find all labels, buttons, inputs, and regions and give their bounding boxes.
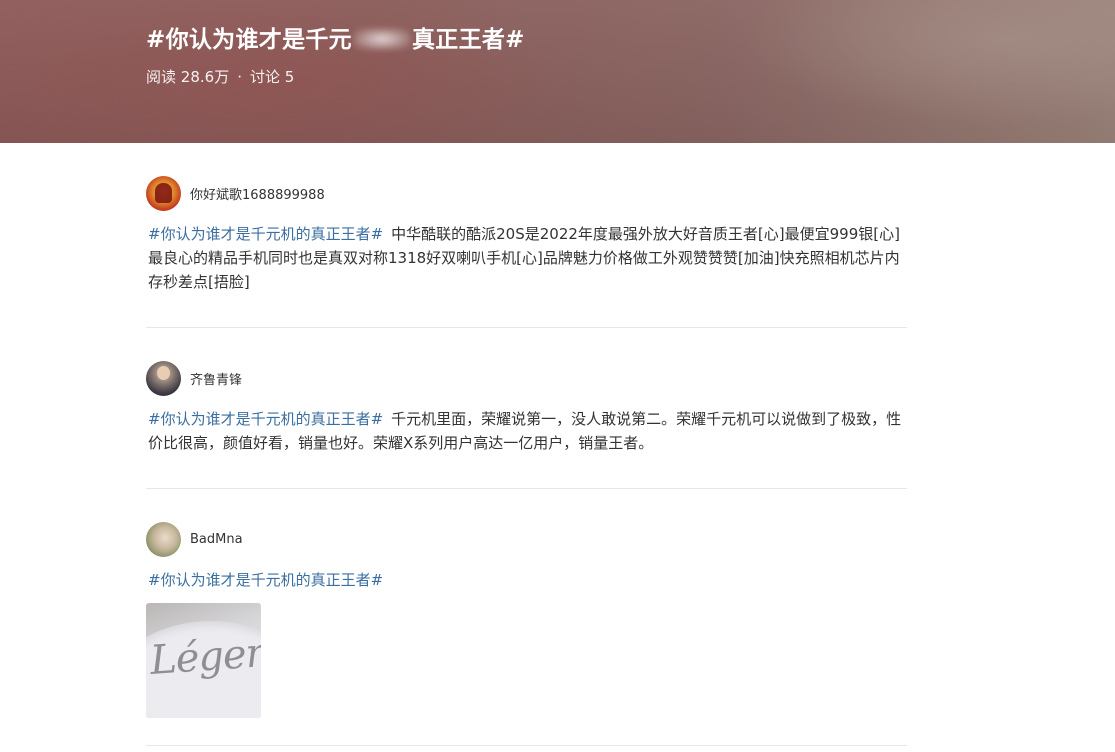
post-divider	[146, 488, 907, 489]
discussions-label: 讨论	[249, 68, 280, 86]
stats-separator: ·	[237, 68, 242, 86]
post-text: #你认为谁才是千元机的真正王者#	[146, 568, 907, 592]
topic-banner: #你认为谁才是千元 真正王者# 阅读 28.6万 · 讨论 5	[0, 0, 1115, 143]
post-text: #你认为谁才是千元机的真正王者# 中华酷联的酷派20S是2022年度最强外放大好音…	[146, 222, 907, 294]
post-card: 你好斌歌1688899988 #你认为谁才是千元机的真正王者# 中华酷联的酷派20…	[146, 175, 907, 294]
topic-title-suffix: 真正王者#	[411, 27, 525, 53]
hashtag-link[interactable]: #你认为谁才是千元机的真正王者#	[148, 571, 383, 589]
post-divider	[146, 745, 907, 746]
post-card: 齐鲁青锋 #你认为谁才是千元机的真正王者# 千元机里面，荣耀说第一，没人敢说第二。…	[146, 360, 907, 455]
avatar[interactable]	[146, 360, 181, 396]
avatar[interactable]	[146, 175, 181, 211]
topic-stats: 阅读 28.6万 · 讨论 5	[146, 66, 294, 87]
post-photo[interactable]: Légend	[146, 603, 261, 718]
hashtag-link[interactable]: #你认为谁才是千元机的真正王者#	[148, 410, 383, 428]
topic-title: #你认为谁才是千元 真正王者#	[146, 20, 525, 54]
username[interactable]: 齐鲁青锋	[190, 369, 242, 388]
post-text: #你认为谁才是千元机的真正王者# 千元机里面，荣耀说第一，没人敢说第二。荣耀千元机…	[146, 407, 907, 455]
username[interactable]: BadMna	[190, 532, 243, 547]
avatar[interactable]	[146, 521, 181, 557]
post-header: 你好斌歌1688899988	[146, 175, 907, 211]
discussions-value: 5	[284, 68, 295, 86]
title-blur-mask	[352, 28, 411, 50]
hashtag-link[interactable]: #你认为谁才是千元机的真正王者#	[148, 225, 383, 243]
reads-value: 28.6万	[180, 68, 230, 86]
photo-script-text: Légend	[148, 628, 261, 684]
post-divider	[146, 327, 907, 328]
post-header: 齐鲁青锋	[146, 360, 907, 396]
post-header: BadMna	[146, 521, 907, 557]
reads-label: 阅读	[146, 68, 177, 86]
post-card: BadMna #你认为谁才是千元机的真正王者# Légend	[146, 521, 907, 718]
topic-title-prefix: #你认为谁才是千元	[146, 27, 352, 53]
username[interactable]: 你好斌歌1688899988	[190, 184, 325, 203]
